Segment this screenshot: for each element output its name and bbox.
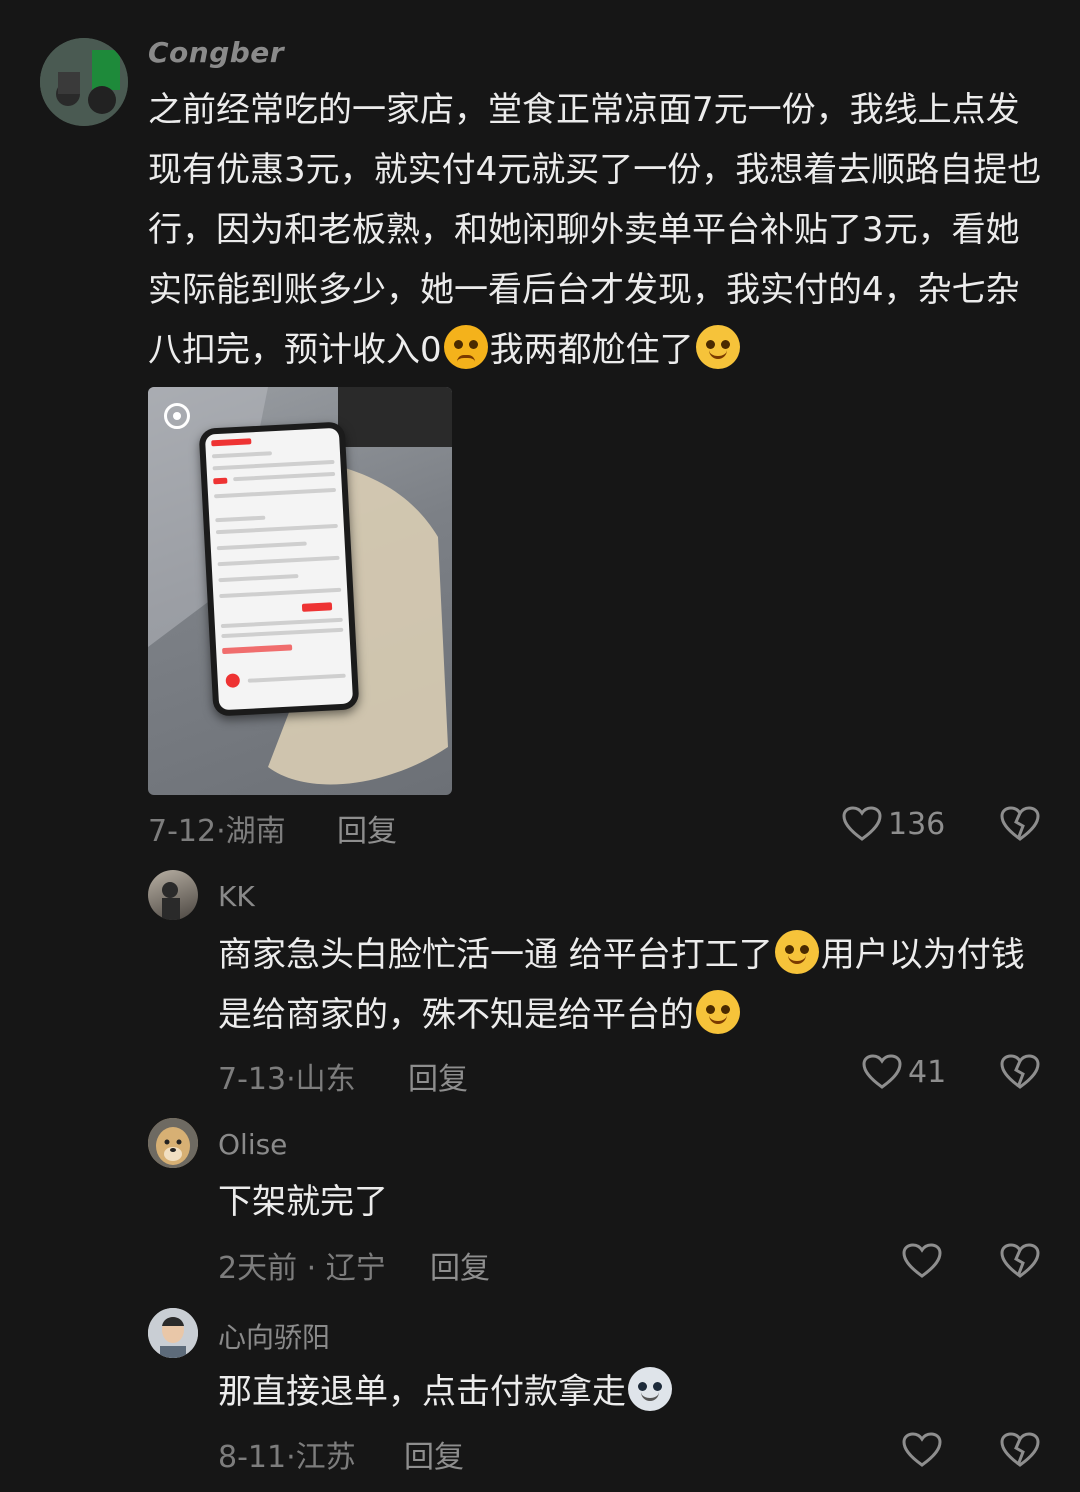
grumpy-face-emoji-icon [443, 325, 488, 369]
comment-text: 之前经常吃的一家店，堂食正常凉面7元一份，我线上点发现有优惠3元，就实付4元就买… [148, 90, 1042, 370]
awkward-smile-emoji-icon [695, 325, 740, 369]
like-button[interactable] [902, 1432, 942, 1468]
dislike-button[interactable] [1000, 1432, 1040, 1472]
broken-heart-icon [1000, 1243, 1040, 1278]
comment-text-end: 我两都尬住了 [489, 330, 694, 370]
dislike-button[interactable] [1000, 806, 1040, 846]
username[interactable]: Olise [218, 1128, 287, 1161]
heart-outline-icon [842, 806, 882, 841]
comment-thread: Congber 之前经常吃的一家店，堂食正常凉面7元一份，我线上点发现有优惠3元… [0, 0, 1080, 1492]
comment-body: 那直接退单，点击付款拿走 [218, 1362, 674, 1422]
comment-text: 那直接退单，点击付款拿走 [218, 1372, 626, 1412]
comment-body: 之前经常吃的一家店，堂食正常凉面7元一份，我线上点发现有优惠3元，就实付4元就买… [148, 80, 1043, 380]
avatar-motorbike-icon [40, 38, 128, 126]
like-button[interactable]: 41 [862, 1054, 946, 1090]
avatar-person-icon [162, 882, 180, 920]
comment-text: 下架就完了 [218, 1182, 388, 1222]
broken-heart-icon [1000, 1432, 1040, 1467]
husky-dog-emoji-icon [628, 1367, 672, 1411]
heart-outline-icon [902, 1432, 942, 1467]
reply-button[interactable]: 回复 [430, 1243, 490, 1287]
phone-in-photo [198, 421, 360, 717]
heart-outline-icon [902, 1243, 942, 1278]
comment-text: 商家急头白脸忙活一通 给平台打工了 [218, 935, 773, 975]
username[interactable]: KK [218, 880, 255, 913]
username[interactable]: Congber [148, 36, 284, 69]
phone-screen [204, 427, 354, 711]
comment-meta: 7-13·山东 [218, 1062, 356, 1097]
username[interactable]: 心向骄阳 [218, 1316, 330, 1356]
teary-face-emoji-icon [696, 990, 740, 1034]
comment-body: 商家急头白脸忙活一通 给平台打工了 用户以为付钱是给商家的，殊不知是给平台的 [218, 925, 1048, 1045]
comment-meta: 8-11·江苏 [218, 1440, 356, 1475]
reply-button[interactable]: 回复 [404, 1432, 464, 1476]
avatar-dog-icon [148, 1118, 198, 1168]
like-button[interactable] [902, 1243, 942, 1279]
comment-meta: 2天前 · 辽宁 [218, 1251, 386, 1286]
avatar-person-icon [148, 1308, 198, 1358]
broken-heart-icon [1000, 1054, 1040, 1089]
like-button[interactable]: 136 [842, 806, 945, 842]
teary-face-emoji-icon [774, 930, 819, 974]
camera-target-icon [164, 403, 190, 429]
dislike-button[interactable] [1000, 1054, 1040, 1094]
like-count: 136 [888, 806, 946, 842]
avatar[interactable] [40, 38, 128, 126]
like-count: 41 [908, 1054, 947, 1090]
dislike-button[interactable] [1000, 1243, 1040, 1283]
reply-button[interactable]: 回复 [408, 1054, 468, 1098]
attached-photo[interactable] [148, 387, 452, 795]
heart-outline-icon [862, 1054, 902, 1089]
reply-button[interactable]: 回复 [337, 806, 397, 850]
avatar[interactable] [148, 1118, 198, 1168]
avatar[interactable] [148, 870, 198, 920]
broken-heart-icon [1000, 806, 1040, 841]
comment-meta: 7-12·湖南 [148, 814, 286, 849]
avatar[interactable] [148, 1308, 198, 1358]
